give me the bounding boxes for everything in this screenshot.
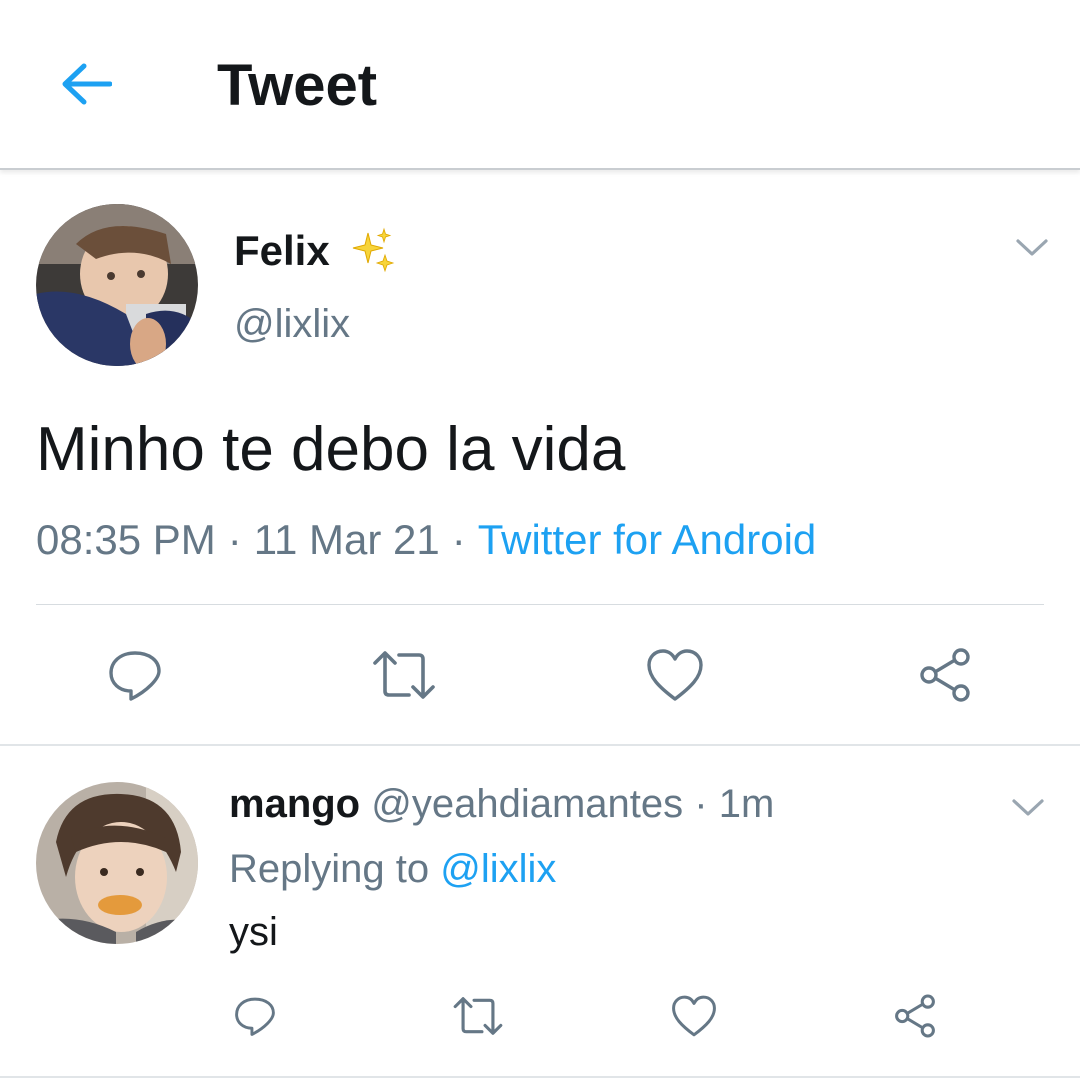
reply-author-handle[interactable]: @yeahdiamantes — [371, 782, 683, 826]
replying-to-line: Replying to @lixlix — [229, 845, 556, 893]
reply-like-button[interactable] — [668, 990, 720, 1042]
tweet-date: 11 Mar 21 — [253, 516, 440, 563]
chevron-down-icon — [1012, 799, 1044, 816]
like-icon — [647, 649, 703, 701]
sparkles-icon — [352, 227, 394, 273]
reply-retweet-button[interactable] — [452, 990, 504, 1042]
share-icon — [895, 994, 935, 1038]
meta-separator: · — [227, 516, 242, 563]
reply-reply-button[interactable] — [229, 990, 281, 1042]
tweet-time: 08:35 PM — [36, 516, 216, 563]
author-avatar[interactable] — [36, 204, 198, 366]
back-button[interactable] — [56, 54, 116, 114]
reply-button[interactable] — [100, 640, 170, 710]
share-button[interactable] — [910, 640, 980, 710]
reply-icon — [109, 651, 161, 701]
chevron-down-icon — [1016, 239, 1048, 256]
top-app-bar: Tweet — [0, 0, 1080, 170]
reply-text: ysi — [229, 910, 278, 954]
replying-to-label: Replying to — [229, 847, 430, 891]
meta-separator: · — [451, 516, 466, 563]
reply-time: 1m — [718, 782, 775, 826]
reply-separator: · — [694, 782, 708, 826]
reply-header: mango @yeahdiamantes · 1m — [229, 780, 774, 828]
like-icon — [672, 995, 716, 1037]
author-handle[interactable]: @lixlix — [234, 300, 350, 348]
author-name[interactable]: Felix — [234, 226, 396, 276]
reply-options-button[interactable] — [1006, 790, 1050, 826]
divider — [0, 744, 1080, 746]
reply-author-name[interactable]: mango — [229, 782, 360, 826]
tweet-action-bar — [0, 640, 1080, 710]
reply-author-avatar-image — [36, 782, 198, 944]
author-name-text: Felix — [234, 227, 330, 274]
tweet-metadata: 08:35 PM · 11 Mar 21 · Twitter for Android — [36, 514, 816, 566]
reply-share-button[interactable] — [889, 990, 941, 1042]
retweet-icon — [453, 997, 503, 1035]
reply-icon — [235, 997, 275, 1036]
divider — [0, 1076, 1080, 1078]
arrow-left-icon — [62, 63, 112, 105]
like-button[interactable] — [640, 640, 710, 710]
author-avatar-image — [36, 204, 198, 366]
retweet-button[interactable] — [369, 640, 439, 710]
divider — [36, 604, 1044, 605]
tweet-source-link[interactable]: Twitter for Android — [478, 516, 816, 563]
tweet-text: Minho te debo la vida — [36, 415, 626, 484]
page-title: Tweet — [217, 53, 378, 118]
reply-action-bar — [0, 990, 1080, 1042]
reply-author-avatar[interactable] — [36, 782, 198, 944]
share-icon — [920, 648, 970, 702]
replying-to-mention-link[interactable]: @lixlix — [440, 847, 556, 891]
tweet-options-button[interactable] — [1010, 230, 1054, 266]
retweet-icon — [373, 651, 435, 699]
